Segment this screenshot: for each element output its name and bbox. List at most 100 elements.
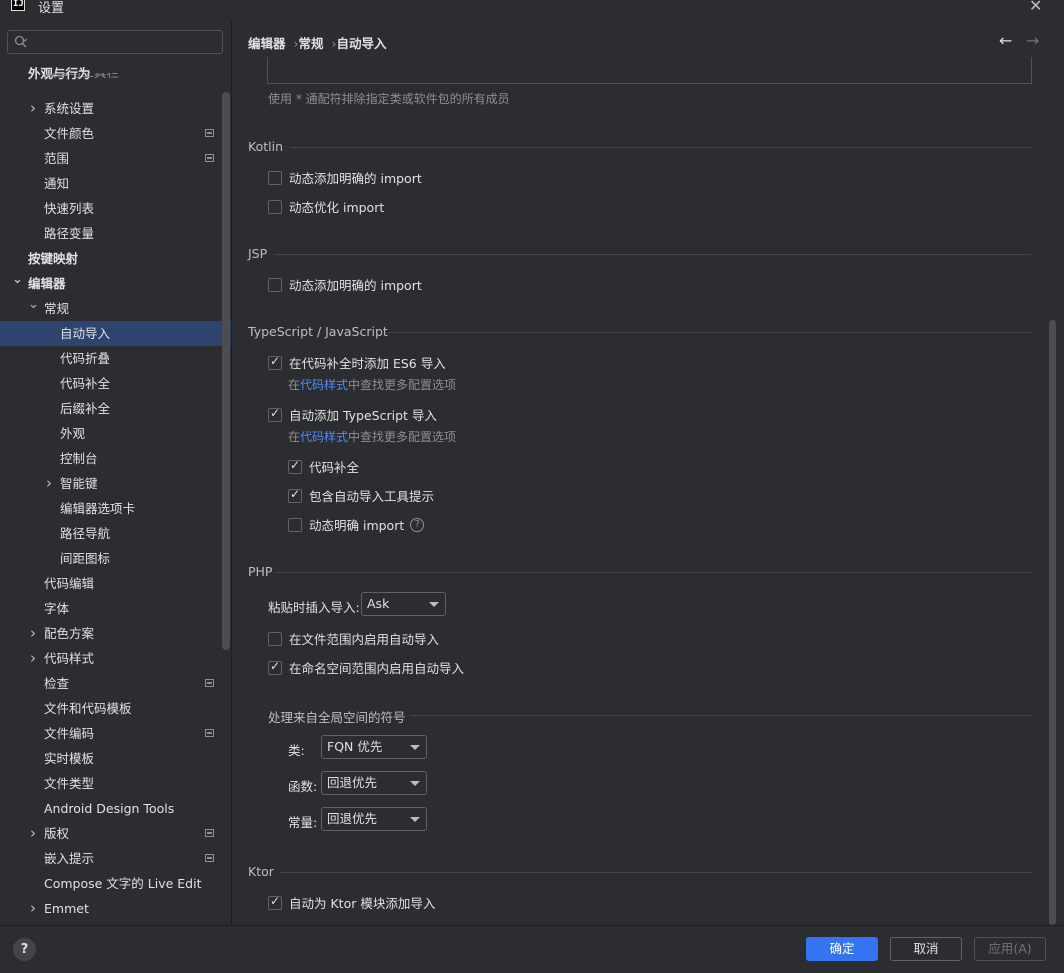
exclude-hint: 使用 * 通配符排除指定类或软件包的所有成员 [268,92,510,106]
checkbox-box[interactable] [288,458,302,474]
dropdown-value: FQN 优先 [327,739,383,754]
sidebar-item[interactable]: 路径变量 [0,221,221,246]
function-dropdown[interactable]: 回退优先 [321,771,427,795]
ts-auto-import-checkbox[interactable]: 自动添加 TypeScript 导入 [268,405,437,424]
php-file-scope-checkbox[interactable]: 在文件范围内启用自动导入 [268,629,439,648]
checkbox-box[interactable] [268,631,282,646]
chevron-right-icon[interactable]: › [28,896,38,921]
sidebar-item[interactable]: 文件编码 [0,721,221,746]
ts-tooltip-checkbox[interactable]: 包含自动导入工具提示 [288,486,434,505]
chevron-down-icon[interactable]: ⌄ [28,292,39,317]
sidebar-item[interactable]: ⌄ 常规 [0,296,221,321]
sidebar-item[interactable]: 范围 [0,146,221,171]
apply-button[interactable]: 应用(A) [974,937,1046,961]
php-namespace-scope-checkbox[interactable]: 在命名空间范围内启用自动导入 [268,658,464,677]
close-icon[interactable]: ✕ [1029,0,1042,15]
help-button[interactable]: ? [13,938,36,961]
checkbox-box[interactable] [268,354,282,370]
sidebar-item[interactable]: › 智能键 [0,471,221,496]
search-input[interactable] [7,30,223,54]
sidebar-item[interactable]: 实时模板 [0,746,221,771]
sidebar-item[interactable]: 自动导入 [0,321,231,346]
constant-dropdown[interactable]: 回退优先 [321,807,427,831]
ts-es6-import-checkbox[interactable]: 在代码补全时添加 ES6 导入 [268,353,446,372]
checkbox-box[interactable] [288,517,302,532]
sidebar-item[interactable]: 文件和代码模板 [0,696,221,721]
sidebar-item-label: 代码补全 [60,376,111,391]
chevron-right-icon[interactable]: › [28,821,38,846]
ok-button[interactable]: 确定 [806,937,878,961]
title-bar [0,0,1064,14]
kotlin-optimize-import-checkbox[interactable]: 动态优化 import [268,197,384,216]
pane-divider[interactable] [231,20,232,925]
back-arrow-icon[interactable]: ← [999,31,1012,50]
sidebar-item[interactable]: 按键映射 [0,246,221,271]
chevron-right-icon[interactable]: › [28,621,38,646]
breadcrumb-general[interactable]: 常规 [299,36,324,51]
kotlin-add-import-checkbox[interactable]: 动态添加明确的 import [268,168,422,187]
sidebar-item[interactable]: 嵌入提示 [0,846,221,871]
cancel-button[interactable]: 取消 [890,937,962,961]
sidebar-item-label: 菜单与工具栏 [44,73,119,79]
sidebar-item[interactable]: 后缀补全 [0,396,221,421]
sidebar-item[interactable]: 编辑器选项卡 [0,496,221,521]
checkbox-box[interactable] [268,406,282,422]
sidebar-item[interactable]: 控制台 [0,446,221,471]
chevron-right-icon[interactable]: › [28,646,38,671]
sidebar-item[interactable]: 检查 [0,671,221,696]
code-style-link[interactable]: 代码样式 [300,378,348,392]
sidebar-item[interactable]: 字体 [0,596,221,621]
checkbox-box[interactable] [268,277,282,292]
sidebar-item[interactable]: 代码编辑 [0,571,221,596]
breadcrumb-auto-import: 自动导入 [336,36,387,51]
checkbox-box[interactable] [268,199,282,214]
sidebar-item-label: 文件和代码模板 [44,701,132,716]
sidebar-item[interactable]: Android Design Tools [0,796,221,821]
ts-code-completion-checkbox[interactable]: 代码补全 [288,457,359,476]
search-icon [14,35,28,48]
sidebar-item-label: 代码折叠 [60,351,111,366]
content-scrollbar[interactable] [1049,320,1056,925]
jsp-add-import-checkbox[interactable]: 动态添加明确的 import [268,275,422,294]
sidebar-item[interactable]: 菜单与工具栏 [0,73,221,85]
checkbox-label: 在命名空间范围内启用自动导入 [289,661,465,676]
checkbox-label: 自动添加 TypeScript 导入 [289,408,437,423]
checkbox-label: 包含自动导入工具提示 [309,489,435,504]
hint-text: 在 [288,378,301,392]
sidebar-item-label: Compose 文字的 Live Edit [44,876,202,891]
checkbox-box[interactable] [268,170,282,185]
help-icon[interactable]: ? [410,517,425,532]
checkbox-box[interactable] [268,659,282,675]
sidebar-scrollbar[interactable] [222,92,230,650]
sidebar-item[interactable]: 代码补全 [0,371,221,396]
sidebar-item[interactable]: › 配色方案 [0,621,221,646]
function-label: 函数: [288,779,318,794]
chevron-down-icon[interactable]: ⌄ [12,267,23,292]
checkbox-box[interactable] [288,487,302,503]
sidebar-item[interactable]: 外观 [0,421,221,446]
forward-arrow-icon[interactable]: → [1026,31,1039,50]
sidebar-item[interactable]: › 代码样式 [0,646,221,671]
chevron-right-icon[interactable]: › [28,96,38,121]
paste-import-dropdown[interactable]: Ask [361,592,446,616]
code-style-link[interactable]: 代码样式 [300,430,348,444]
sidebar-item[interactable]: 通知 [0,171,221,196]
sidebar-item[interactable]: › 版权 [0,821,221,846]
sidebar-item[interactable]: › 系统设置 [0,96,221,121]
sidebar-item[interactable]: 间距图标 [0,546,221,571]
checkbox-box[interactable] [268,894,282,910]
ktor-auto-import-checkbox[interactable]: 自动为 Ktor 模块添加导入 [268,893,435,912]
class-dropdown[interactable]: FQN 优先 [321,735,427,759]
sidebar-item[interactable]: 文件类型 [0,771,221,796]
sidebar-item[interactable]: Compose 文字的 Live Edit [0,871,221,896]
chevron-right-icon[interactable]: › [44,471,54,496]
breadcrumb-editor[interactable]: 编辑器 [248,36,286,51]
sidebar-item-label: 路径导航 [60,526,111,541]
sidebar-item[interactable]: 快速列表 [0,196,221,221]
sidebar-item[interactable]: 代码折叠 [0,346,221,371]
sidebar-item[interactable]: › Emmet [0,896,221,921]
exclude-list-field[interactable] [267,57,1032,84]
sidebar-item[interactable]: 文件颜色 [0,121,221,146]
sidebar-item[interactable]: 路径导航 [0,521,221,546]
ts-explicit-import-checkbox[interactable]: 动态明确 import? [288,515,425,534]
